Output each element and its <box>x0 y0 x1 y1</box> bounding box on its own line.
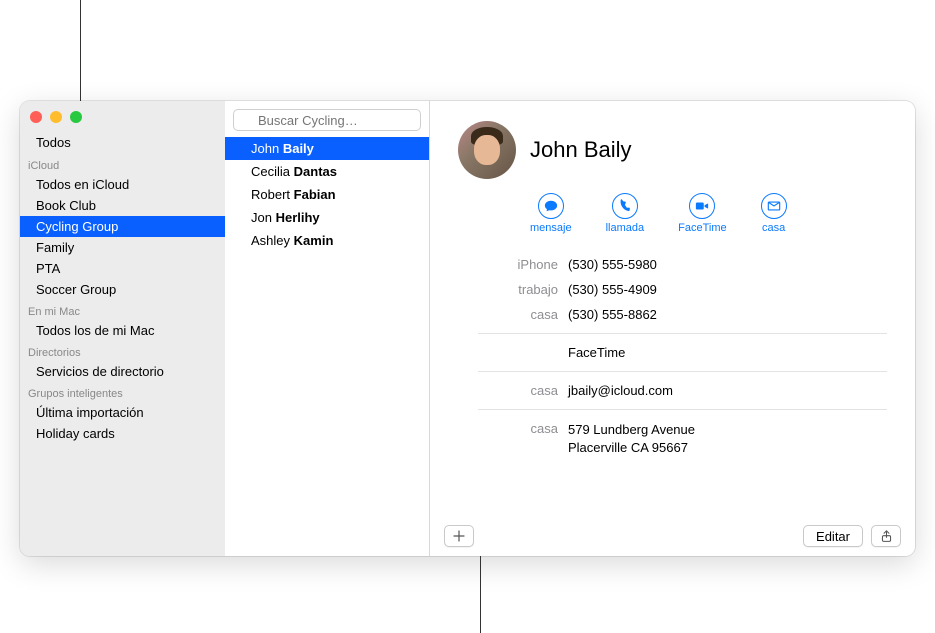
last-name: Fabian <box>294 187 336 202</box>
field-label: iPhone <box>458 257 568 272</box>
sidebar-item-cycling-group[interactable]: Cycling Group <box>20 216 225 237</box>
fields: iPhone (530) 555-5980 trabajo (530) 555-… <box>458 252 887 462</box>
call-button[interactable]: llamada <box>606 193 645 234</box>
share-button[interactable] <box>871 525 901 547</box>
close-button[interactable] <box>30 111 42 123</box>
action-label: mensaje <box>530 222 572 234</box>
contacts-window: Todos iCloud Todos en iCloud Book Club C… <box>20 101 915 556</box>
groups-sidebar: Todos iCloud Todos en iCloud Book Club C… <box>20 101 225 556</box>
first-name: John <box>251 141 279 156</box>
divider <box>478 333 887 334</box>
field-label: casa <box>458 383 568 398</box>
mail-icon <box>767 199 781 213</box>
action-label: casa <box>762 222 785 234</box>
list-item[interactable]: Jon Herlihy <box>225 206 429 229</box>
maximize-button[interactable] <box>70 111 82 123</box>
card-header: John Baily <box>458 121 887 179</box>
plus-icon <box>453 530 465 542</box>
sidebar-section-on-my-mac: En mi Mac <box>20 300 225 320</box>
sidebar-item-all[interactable]: Todos <box>20 131 225 154</box>
sidebar-item-all-icloud[interactable]: Todos en iCloud <box>20 174 225 195</box>
message-icon <box>544 199 558 213</box>
sidebar-item-last-import[interactable]: Última importación <box>20 402 225 423</box>
field-value[interactable]: FaceTime <box>568 345 887 360</box>
mail-button[interactable]: casa <box>761 193 787 234</box>
share-icon <box>880 530 893 543</box>
bottom-bar: Editar <box>430 516 915 556</box>
field-label: casa <box>458 421 568 457</box>
last-name: Baily <box>283 141 314 156</box>
phone-row: trabajo (530) 555-4909 <box>458 277 887 302</box>
first-name: Ashley <box>251 233 290 248</box>
search-input[interactable] <box>233 109 421 131</box>
avatar[interactable] <box>458 121 516 179</box>
edit-button[interactable]: Editar <box>803 525 863 547</box>
list-item[interactable]: Ashley Kamin <box>225 229 429 252</box>
field-value[interactable]: (530) 555-8862 <box>568 307 887 322</box>
message-button[interactable]: mensaje <box>530 193 572 234</box>
first-name: Jon <box>251 210 272 225</box>
first-name: Robert <box>251 187 290 202</box>
sidebar-item-book-club[interactable]: Book Club <box>20 195 225 216</box>
first-name: Cecilia <box>251 164 290 179</box>
last-name: Dantas <box>294 164 337 179</box>
sidebar-item-holiday-cards[interactable]: Holiday cards <box>20 423 225 444</box>
field-value[interactable]: 579 Lundberg Avenue Placerville CA 95667 <box>568 421 887 457</box>
field-label: casa <box>458 307 568 322</box>
divider <box>478 371 887 372</box>
facetime-row: FaceTime <box>458 340 887 365</box>
sidebar-item-all-on-mac[interactable]: Todos los de mi Mac <box>20 320 225 341</box>
annotation-pointer-bottom <box>480 556 481 633</box>
sidebar-section-icloud: iCloud <box>20 154 225 174</box>
action-label: FaceTime <box>678 222 727 234</box>
field-value[interactable]: jbaily@icloud.com <box>568 383 887 398</box>
minimize-button[interactable] <box>50 111 62 123</box>
sidebar-section-directories: Directorios <box>20 341 225 361</box>
action-row: mensaje llamada FaceTime casa <box>530 193 887 234</box>
sidebar-item-pta[interactable]: PTA <box>20 258 225 279</box>
sidebar-item-soccer-group[interactable]: Soccer Group <box>20 279 225 300</box>
contact-list-pane: John Baily Cecilia Dantas Robert Fabian … <box>225 101 430 556</box>
facetime-button[interactable]: FaceTime <box>678 193 727 234</box>
action-label: llamada <box>606 222 645 234</box>
add-button[interactable] <box>444 525 474 547</box>
phone-row: iPhone (530) 555-5980 <box>458 252 887 277</box>
phone-icon <box>618 199 632 213</box>
window-controls <box>30 111 82 123</box>
list-item[interactable]: John Baily <box>225 137 429 160</box>
divider <box>478 409 887 410</box>
contact-card-pane: John Baily mensaje llamada FaceTime <box>430 101 915 556</box>
annotation-pointer-top <box>80 0 81 106</box>
email-row: casa jbaily@icloud.com <box>458 378 887 403</box>
field-value[interactable]: (530) 555-5980 <box>568 257 887 272</box>
field-label: trabajo <box>458 282 568 297</box>
field-value[interactable]: (530) 555-4909 <box>568 282 887 297</box>
address-row: casa 579 Lundberg Avenue Placerville CA … <box>458 416 887 462</box>
sidebar-item-directory-services[interactable]: Servicios de directorio <box>20 361 225 382</box>
last-name: Herlihy <box>276 210 320 225</box>
list-item[interactable]: Cecilia Dantas <box>225 160 429 183</box>
phone-row: casa (530) 555-8862 <box>458 302 887 327</box>
field-label <box>458 345 568 360</box>
last-name: Kamin <box>294 233 334 248</box>
video-icon <box>695 199 709 213</box>
contact-name: John Baily <box>530 137 632 163</box>
sidebar-item-family[interactable]: Family <box>20 237 225 258</box>
list-item[interactable]: Robert Fabian <box>225 183 429 206</box>
sidebar-section-smart-groups: Grupos inteligentes <box>20 382 225 402</box>
